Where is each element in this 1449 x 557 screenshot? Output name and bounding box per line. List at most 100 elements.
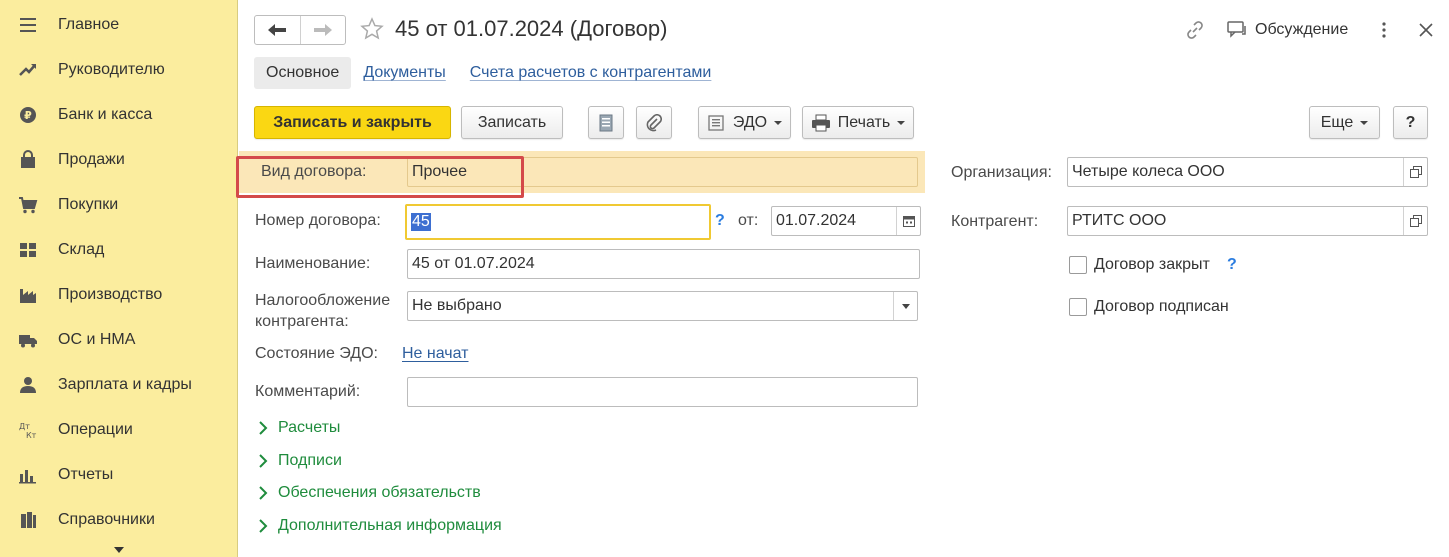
save-button[interactable]: Записать	[461, 106, 563, 139]
factory-icon	[17, 284, 39, 306]
name-label: Наименование:	[255, 255, 371, 272]
organization-field[interactable]: Четыре колеса ООО	[1067, 157, 1428, 187]
chevron-right-icon	[259, 486, 268, 500]
sidebar-item-label: Главное	[58, 15, 120, 33]
shopping-bag-icon	[17, 149, 39, 171]
sidebar-item-main[interactable]: Главное	[0, 2, 238, 47]
sidebar-item-reports[interactable]: Отчеты	[0, 452, 238, 497]
group-label: Подписи	[278, 452, 342, 469]
contract-closed-checkbox[interactable]	[1069, 256, 1087, 274]
list-document-icon	[599, 114, 613, 131]
sidebar-item-production[interactable]: Производство	[0, 272, 238, 317]
cart-icon	[17, 194, 39, 216]
open-organization-icon[interactable]	[1403, 158, 1427, 186]
save-close-button[interactable]: Записать и закрыть	[254, 106, 451, 139]
tax-label-line2: контрагента:	[255, 313, 349, 330]
sidebar-item-label: Склад	[58, 240, 105, 258]
group-settlements[interactable]: Расчеты	[259, 419, 340, 437]
sidebar-item-operations[interactable]: Дт Кт Операции	[0, 407, 238, 452]
truck-icon	[17, 329, 39, 351]
more-label: Еще	[1320, 113, 1354, 131]
page-title: 45 от 01.07.2024 (Договор)	[395, 16, 668, 41]
warehouse-grid-icon	[17, 239, 39, 261]
print-menu-button[interactable]: Печать	[802, 106, 914, 139]
back-button[interactable]	[255, 16, 300, 44]
name-field[interactable]: 45 от 01.07.2024	[407, 249, 920, 279]
contract-number-label: Номер договора:	[255, 212, 381, 229]
trend-icon	[17, 59, 39, 81]
contract-date-value: 01.07.2024	[776, 212, 857, 229]
comment-label: Комментарий:	[255, 383, 361, 400]
tax-select[interactable]: Не выбрано	[407, 291, 918, 321]
annotation-frame	[236, 156, 524, 198]
print-label: Печать	[837, 113, 891, 131]
group-signatures[interactable]: Подписи	[259, 452, 342, 470]
counterparty-field[interactable]: РТИТС ООО	[1067, 206, 1428, 236]
sidebar-item-label: Справочники	[58, 510, 155, 528]
printer-icon	[811, 114, 830, 131]
sidebar-item-label: Банк и касса	[58, 105, 153, 123]
document-form: 45 от 01.07.2024 (Договор) Обсуждение Ос…	[239, 0, 1449, 557]
menu-icon	[17, 14, 39, 36]
more-menu-button[interactable]: Еще	[1309, 106, 1380, 139]
name-value: 45 от 01.07.2024	[412, 255, 535, 272]
person-icon	[17, 374, 39, 396]
sidebar-item-label: Зарплата и кадры	[58, 375, 192, 393]
dropdown-arrow-icon[interactable]	[893, 292, 917, 320]
group-additional-info[interactable]: Дополнительная информация	[259, 517, 502, 535]
discussion-button[interactable]: Обсуждение	[1227, 18, 1348, 42]
contract-number-field[interactable]: 45	[405, 204, 711, 240]
contract-signed-label: Договор подписан	[1094, 298, 1229, 315]
closed-help-icon[interactable]: ?	[1227, 256, 1237, 274]
contract-signed-checkbox[interactable]	[1069, 298, 1087, 316]
number-help-icon[interactable]: ?	[715, 212, 725, 230]
organization-value: Четыре колеса ООО	[1072, 163, 1225, 180]
tax-value: Не выбрано	[412, 297, 502, 314]
group-obligations[interactable]: Обеспечения обязательств	[259, 484, 481, 502]
sidebar-item-label: Продажи	[58, 150, 125, 168]
sidebar-item-bank[interactable]: ₽ Банк и касса	[0, 92, 238, 137]
help-button[interactable]: ?	[1393, 106, 1428, 139]
sidebar-item-references[interactable]: Справочники	[0, 497, 238, 542]
sidebar: Главное Руководителю ₽ Банк и касса Прод…	[0, 0, 238, 557]
document-list-button[interactable]	[588, 106, 624, 139]
sidebar-item-purchases[interactable]: Покупки	[0, 182, 238, 227]
arrow-left-icon	[268, 24, 287, 36]
chevron-down-icon	[114, 547, 124, 553]
tab-main[interactable]: Основное	[254, 57, 352, 89]
sidebar-item-salary[interactable]: Зарплата и кадры	[0, 362, 238, 407]
counterparty-value: РТИТС ООО	[1072, 212, 1167, 229]
edo-state-link[interactable]: Не начат	[402, 345, 469, 363]
favorite-star-icon[interactable]	[360, 17, 384, 46]
open-counterparty-icon[interactable]	[1403, 207, 1427, 235]
sidebar-item-label: Руководителю	[58, 60, 165, 78]
group-label: Расчеты	[278, 419, 341, 436]
paperclip-icon	[646, 113, 662, 131]
tab-documents[interactable]: Документы	[351, 57, 457, 89]
more-options-icon[interactable]	[1381, 18, 1387, 42]
group-label: Обеспечения обязательств	[278, 484, 481, 501]
sidebar-item-warehouse[interactable]: Склад	[0, 227, 238, 272]
attach-button[interactable]	[636, 106, 672, 139]
sidebar-item-label: Покупки	[58, 195, 119, 213]
kt-label: Кт	[26, 431, 37, 440]
discussion-label: Обсуждение	[1255, 21, 1349, 38]
calendar-icon[interactable]	[896, 207, 920, 235]
comment-field[interactable]	[407, 377, 918, 407]
link-icon[interactable]	[1185, 18, 1205, 42]
forward-button[interactable]	[299, 16, 346, 44]
sidebar-item-manager[interactable]: Руководителю	[0, 47, 238, 92]
edo-menu-button[interactable]: ЭДО	[698, 106, 791, 139]
close-icon[interactable]	[1419, 18, 1433, 42]
dt-kt-icon: Дт Кт	[17, 419, 39, 441]
sidebar-item-assets[interactable]: ОС и НМА	[0, 317, 238, 362]
chevron-right-icon	[259, 421, 268, 435]
contract-date-field[interactable]: 01.07.2024	[771, 206, 921, 236]
tab-settlement-accounts[interactable]: Счета расчетов с контрагентами	[458, 57, 724, 89]
sidebar-item-sales[interactable]: Продажи	[0, 137, 238, 182]
chevron-right-icon	[259, 454, 268, 468]
chevron-right-icon	[259, 519, 268, 533]
sidebar-scroll-down[interactable]	[0, 543, 238, 557]
svg-text:₽: ₽	[24, 109, 32, 122]
bar-chart-icon	[17, 464, 39, 486]
